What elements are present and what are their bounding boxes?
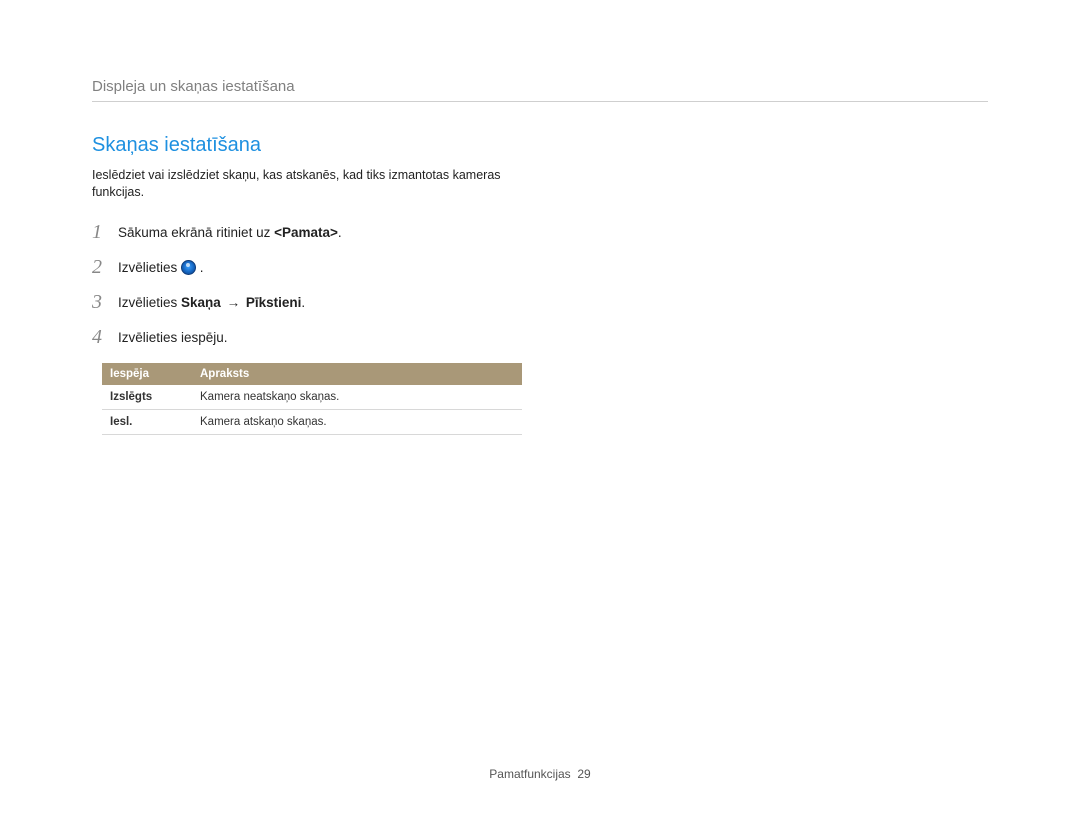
options-table: Iespēja Apraksts Izslēgts Kamera neatska…	[102, 363, 522, 435]
step-number: 4	[92, 326, 118, 349]
step-bold-1: Skaņa	[181, 295, 221, 310]
table-cell-description: Kamera neatskaņo skaņas.	[192, 385, 522, 410]
step-bold-2: Pīkstieni	[246, 295, 302, 310]
step-text: Izvēlieties iespēju.	[118, 330, 228, 345]
step-text: Izvēlieties Skaņa → Pīkstieni.	[118, 295, 305, 310]
step-2: 2 Izvēlieties .	[92, 250, 552, 285]
table-cell-option: Izslēgts	[102, 385, 192, 410]
step-3: 3 Izvēlieties Skaņa → Pīkstieni.	[92, 285, 552, 320]
step-pre: Izvēlieties	[118, 295, 181, 310]
step-pre: Izvēlieties	[118, 260, 181, 275]
table-cell-description: Kamera atskaņo skaņas.	[192, 409, 522, 434]
table-header-row: Iespēja Apraksts	[102, 363, 522, 385]
table-header-option: Iespēja	[102, 363, 192, 385]
step-1: 1 Sākuma ekrānā ritiniet uz <Pamata>.	[92, 215, 552, 250]
page-header-title: Displeja un skaņas iestatīšana	[92, 78, 988, 95]
step-number: 2	[92, 256, 118, 279]
step-pre: Sākuma ekrānā ritiniet uz	[118, 225, 274, 240]
section-description: Ieslēdziet vai izslēdziet skaņu, kas ats…	[92, 167, 512, 201]
step-text: Sākuma ekrānā ritiniet uz <Pamata>.	[118, 225, 342, 240]
step-number: 3	[92, 291, 118, 314]
page-footer: Pamatfunkcijas 29	[0, 767, 1080, 781]
table-cell-option: Iesl.	[102, 409, 192, 434]
page-header: Displeja un skaņas iestatīšana	[92, 78, 988, 102]
step-post: .	[301, 295, 305, 310]
arrow-icon: →	[225, 295, 243, 310]
step-text: Izvēlieties .	[118, 260, 204, 275]
steps-list: 1 Sākuma ekrānā ritiniet uz <Pamata>. 2 …	[92, 215, 552, 355]
footer-page-number: 29	[577, 767, 590, 781]
step-post: .	[196, 260, 204, 275]
step-post: .	[338, 225, 342, 240]
table-row: Iesl. Kamera atskaņo skaņas.	[102, 409, 522, 434]
table-row: Izslēgts Kamera neatskaņo skaņas.	[102, 385, 522, 410]
settings-target-icon	[181, 260, 196, 275]
footer-section: Pamatfunkcijas	[489, 767, 570, 781]
step-bold: <Pamata>	[274, 225, 338, 240]
page: Displeja un skaņas iestatīšana Skaņas ie…	[0, 0, 1080, 815]
step-number: 1	[92, 221, 118, 244]
table-header-description: Apraksts	[192, 363, 522, 385]
step-4: 4 Izvēlieties iespēju.	[92, 320, 552, 355]
section-title: Skaņas iestatīšana	[92, 134, 988, 157]
